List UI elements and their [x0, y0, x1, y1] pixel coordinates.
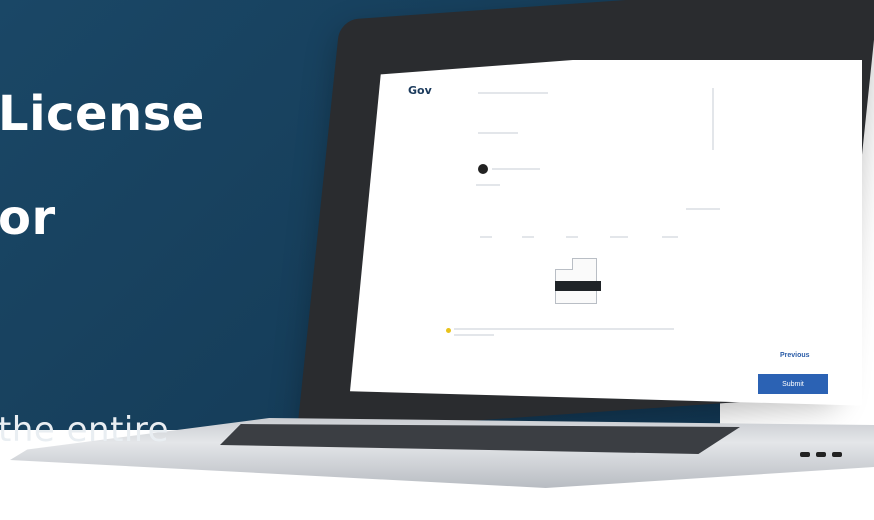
map-notch: [555, 258, 573, 270]
tab-placeholder[interactable]: [662, 236, 678, 238]
warning-icon: [446, 328, 451, 333]
logo-text: Gov: [408, 84, 432, 97]
tab-placeholder[interactable]: [480, 236, 492, 238]
scrollbar-track[interactable]: [712, 88, 714, 150]
laptop-ports: [800, 452, 842, 457]
tab-placeholder[interactable]: [522, 236, 534, 238]
hero-heading-line-2: or: [0, 190, 56, 246]
map-tooltip: [555, 281, 601, 291]
usb-port-icon: [816, 452, 826, 457]
tab-placeholder[interactable]: [566, 236, 578, 238]
blurred-text-line: [478, 132, 518, 134]
laptop-screen: Gov Previous Submit: [350, 60, 862, 406]
submit-button[interactable]: Submit: [758, 374, 828, 394]
warning-message-line: [454, 334, 494, 336]
hero-heading-line-1: License: [0, 86, 205, 142]
warning-message-line: [454, 328, 674, 330]
previous-link[interactable]: Previous: [780, 352, 810, 359]
blurred-text-line: [492, 168, 540, 170]
usb-port-icon: [800, 452, 810, 457]
tab-placeholder[interactable]: [610, 236, 628, 238]
user-avatar-icon: [478, 164, 488, 174]
blurred-text-line: [478, 92, 548, 94]
blurred-text-line: [476, 184, 500, 186]
hero-heading-line-3: the entire: [0, 410, 169, 450]
blurred-text-line: [686, 208, 720, 210]
usb-port-icon: [832, 452, 842, 457]
app-logo: Gov: [408, 84, 432, 97]
